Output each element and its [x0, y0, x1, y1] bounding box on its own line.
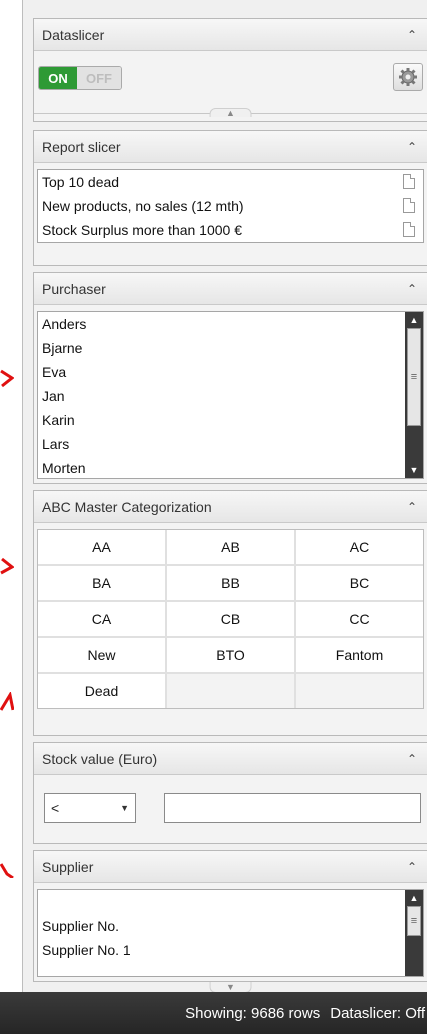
supplier-scrollbar[interactable]: ▲ ≡	[405, 890, 423, 976]
annotation-mark-4	[0, 858, 14, 880]
abc-cell[interactable]: Fantom	[296, 638, 423, 672]
report-slicer-list: Top 10 dead New products, no sales (12 m…	[37, 169, 424, 243]
collapse-icon[interactable]: ⌃	[405, 860, 419, 874]
supplier-item[interactable]	[38, 890, 423, 914]
stock-value-header[interactable]: Stock value (Euro) ⌃	[34, 743, 427, 775]
scroll-up-icon[interactable]: ▲	[405, 890, 423, 906]
report-item[interactable]: New products, no sales (12 mth)	[38, 194, 423, 218]
scroll-down-icon[interactable]: ▼	[405, 462, 423, 478]
dataslicer-toggle[interactable]: ON OFF	[38, 66, 122, 90]
collapse-icon[interactable]: ⌃	[405, 282, 419, 296]
purchaser-item[interactable]: Karin	[38, 408, 423, 432]
abc-empty-cell	[167, 674, 294, 708]
abc-cell[interactable]: BA	[38, 566, 165, 600]
document-icon[interactable]	[403, 174, 415, 189]
abc-header[interactable]: ABC Master Categorization ⌃	[34, 491, 427, 523]
abc-categorization-panel: ABC Master Categorization ⌃ AA AB AC BA …	[33, 490, 427, 736]
status-bar: Showing: 9686 rows Dataslicer: Off	[0, 992, 427, 1034]
annotation-mark-1	[0, 368, 15, 388]
purchaser-item[interactable]: Anders	[38, 312, 423, 336]
purchaser-item[interactable]: Lars	[38, 432, 423, 456]
purchaser-item[interactable]: Bjarne	[38, 336, 423, 360]
abc-grid: AA AB AC BA BB BC CA CB CC New BTO Fanto…	[37, 529, 424, 709]
panel-splitter-top[interactable]: ▲	[34, 108, 427, 123]
gear-icon	[399, 68, 417, 86]
purchaser-item[interactable]: Jan	[38, 384, 423, 408]
dataslicer-pane: Dataslicer ⌃ ON OFF ▲ Report slicer ⌃ To…	[22, 0, 427, 993]
purchaser-scrollbar[interactable]: ▲ ≡ ▼	[405, 312, 423, 478]
abc-cell[interactable]: CC	[296, 602, 423, 636]
abc-cell[interactable]: BC	[296, 566, 423, 600]
stock-value-panel: Stock value (Euro) ⌃ < ▼	[33, 742, 427, 844]
abc-cell[interactable]: BB	[167, 566, 294, 600]
abc-cell[interactable]: CA	[38, 602, 165, 636]
report-item[interactable]: Top 10 dead	[38, 170, 423, 194]
settings-gear-button[interactable]	[393, 63, 423, 91]
operator-dropdown[interactable]: < ▼	[44, 793, 136, 823]
abc-empty-cell	[296, 674, 423, 708]
supplier-list: Supplier No. Supplier No. 1 ▲ ≡	[37, 889, 424, 977]
stock-value-input[interactable]	[164, 793, 421, 823]
collapse-icon[interactable]: ⌃	[405, 28, 419, 42]
report-slicer-panel: Report slicer ⌃ Top 10 dead New products…	[33, 130, 427, 266]
purchaser-panel: Purchaser ⌃ Anders Bjarne Eva Jan Karin …	[33, 272, 427, 484]
abc-cell[interactable]: New	[38, 638, 165, 672]
collapse-icon[interactable]: ⌃	[405, 140, 419, 154]
purchaser-header[interactable]: Purchaser ⌃	[34, 273, 427, 305]
dataslicer-status: Dataslicer: Off	[330, 1004, 425, 1022]
scroll-thumb[interactable]: ≡	[407, 906, 421, 936]
row-count-status: Showing: 9686 rows	[185, 1004, 321, 1022]
supplier-header[interactable]: Supplier ⌃	[34, 851, 427, 883]
dataslicer-header[interactable]: Dataslicer ⌃	[34, 19, 427, 51]
purchaser-list: Anders Bjarne Eva Jan Karin Lars Morten …	[37, 311, 424, 479]
document-icon[interactable]	[403, 198, 415, 213]
toggle-on-label: ON	[39, 67, 77, 89]
supplier-item[interactable]: Supplier No.	[38, 914, 423, 938]
report-item-label: New products, no sales (12 mth)	[42, 198, 244, 214]
document-icon[interactable]	[403, 222, 415, 237]
scroll-thumb[interactable]: ≡	[407, 328, 421, 426]
supplier-panel: Supplier ⌃ Supplier No. Supplier No. 1 ▲…	[33, 850, 427, 982]
report-item-label: Stock Surplus more than 1000 €	[42, 222, 243, 238]
dataslicer-title: Dataslicer	[42, 26, 105, 43]
abc-cell[interactable]: AA	[38, 530, 165, 564]
purchaser-title: Purchaser	[42, 280, 106, 297]
annotation-mark-3	[0, 690, 15, 712]
abc-cell[interactable]: CB	[167, 602, 294, 636]
chevron-up-icon: ▲	[209, 108, 252, 118]
dataslicer-panel: Dataslicer ⌃ ON OFF ▲	[33, 18, 427, 122]
report-slicer-header[interactable]: Report slicer ⌃	[34, 131, 427, 163]
stock-value-title: Stock value (Euro)	[42, 750, 158, 767]
purchaser-item[interactable]: Morten	[38, 456, 423, 478]
chevron-down-icon: ▼	[120, 803, 129, 813]
operator-value: <	[51, 800, 60, 816]
report-slicer-title: Report slicer	[42, 138, 121, 155]
annotation-mark-2	[0, 555, 15, 575]
abc-cell[interactable]: BTO	[167, 638, 294, 672]
purchaser-item[interactable]: Eva	[38, 360, 423, 384]
collapse-icon[interactable]: ⌃	[405, 500, 419, 514]
abc-cell[interactable]: AC	[296, 530, 423, 564]
report-item[interactable]: Stock Surplus more than 1000 €	[38, 218, 423, 242]
scroll-up-icon[interactable]: ▲	[405, 312, 423, 328]
supplier-item[interactable]: Supplier No. 1	[38, 938, 423, 962]
abc-cell[interactable]: AB	[167, 530, 294, 564]
supplier-title: Supplier	[42, 858, 94, 875]
report-item-label: Top 10 dead	[42, 174, 120, 190]
abc-cell[interactable]: Dead	[38, 674, 165, 708]
abc-title: ABC Master Categorization	[42, 498, 212, 515]
collapse-icon[interactable]: ⌃	[405, 752, 419, 766]
toggle-off-label: OFF	[77, 67, 121, 89]
